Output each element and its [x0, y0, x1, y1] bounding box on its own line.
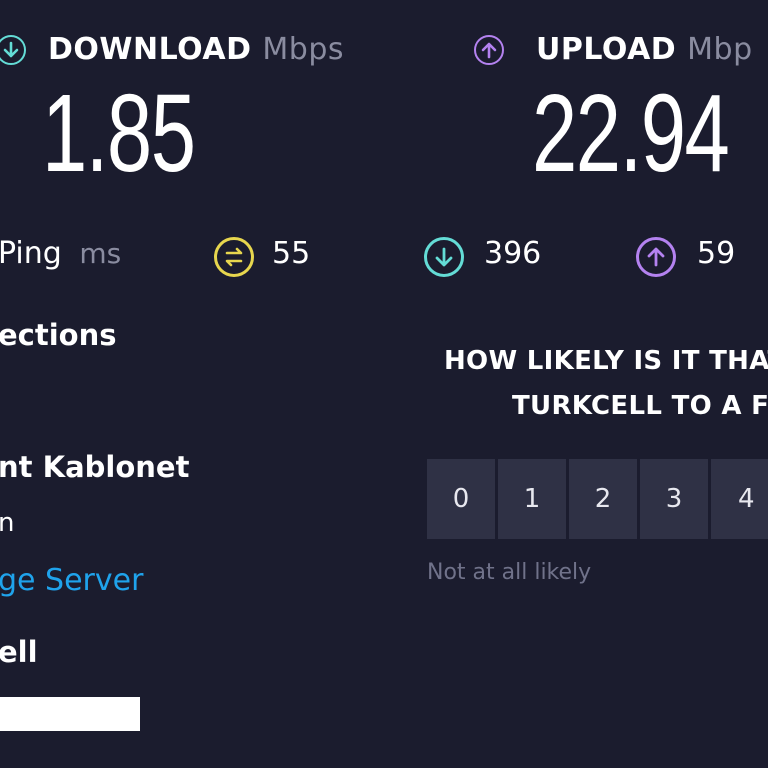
rating-low-hint: Not at all likely: [427, 560, 592, 585]
upload-latency-value: 59: [697, 236, 736, 271]
upload-header: UPLOAD Mbp: [536, 32, 753, 67]
ping-row: Ping ms: [0, 236, 121, 271]
rating-button-2[interactable]: 2: [569, 459, 637, 539]
download-value: 1.85: [42, 72, 196, 195]
survey-question-line1: HOW LIKELY IS IT THAT: [444, 346, 768, 376]
rating-button-1[interactable]: 1: [498, 459, 566, 539]
upload-icon: [474, 35, 504, 65]
download-latency-icon: [424, 237, 464, 277]
ping-unit: ms: [79, 237, 122, 270]
rating-button-4[interactable]: 4: [711, 459, 768, 539]
upload-latency-icon: [636, 237, 676, 277]
download-label: DOWNLOAD: [48, 32, 252, 67]
upload-label: UPLOAD: [536, 32, 677, 67]
redacted-ip-block: [0, 697, 140, 731]
unloaded-latency-icon: [214, 237, 254, 277]
download-icon: [0, 35, 26, 65]
server-name: nt Kablonet: [0, 450, 190, 484]
server-location: n: [0, 508, 15, 538]
upload-unit: Mbp: [687, 32, 753, 67]
survey-question-line2: TURKCELL TO A F: [512, 391, 768, 421]
rating-button-0[interactable]: 0: [427, 459, 495, 539]
rating-button-3[interactable]: 3: [640, 459, 708, 539]
upload-value: 22.94: [532, 72, 730, 195]
change-server-link[interactable]: ge Server: [0, 563, 143, 598]
ping-label: Ping: [0, 236, 62, 271]
provider-name: ell: [0, 635, 38, 669]
download-header: DOWNLOAD Mbps: [48, 32, 344, 67]
unloaded-latency-value: 55: [272, 236, 311, 271]
download-unit: Mbps: [262, 32, 345, 67]
connections-label: ections: [0, 318, 117, 352]
download-latency-value: 396: [484, 236, 542, 271]
